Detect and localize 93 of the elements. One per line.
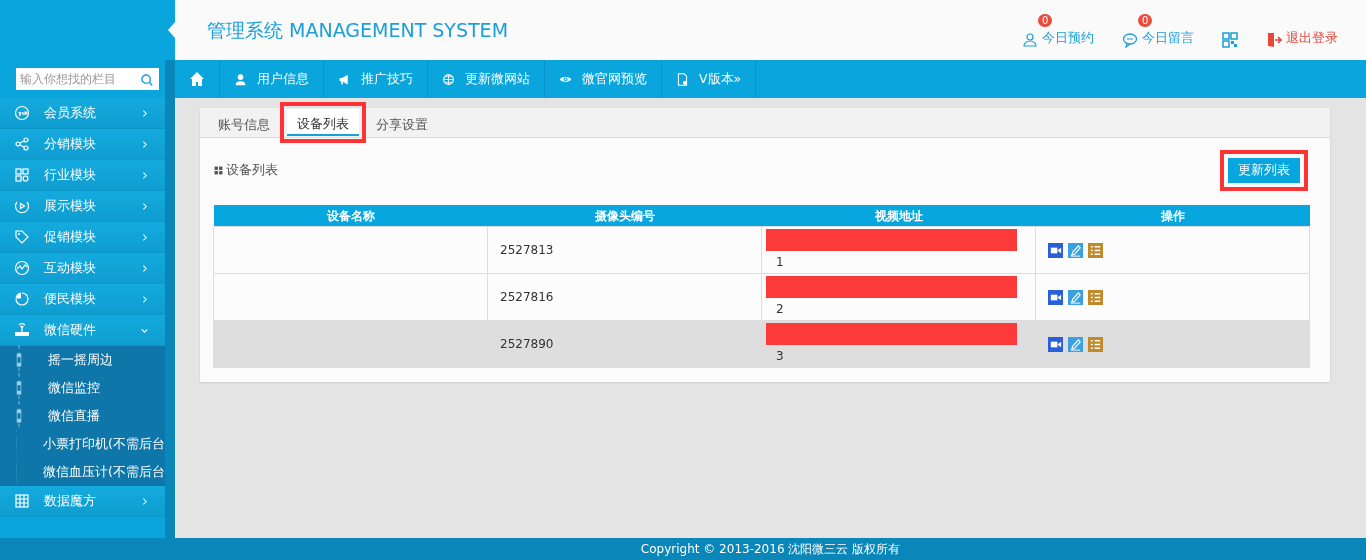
video-url-text: 3 xyxy=(775,348,785,366)
sidebar-item[interactable]: 促销模块 xyxy=(0,222,165,253)
megaphone-icon xyxy=(338,72,351,86)
video-url-text: 1 xyxy=(775,254,785,272)
tab[interactable]: 账号信息 xyxy=(210,108,278,137)
column-header: 操作 xyxy=(1035,204,1310,227)
share-icon xyxy=(14,136,30,152)
submenu-label: 微信直播 xyxy=(48,406,100,425)
pencil-icon[interactable] xyxy=(1068,336,1083,352)
pulse-circle-icon xyxy=(14,260,30,276)
sidebar-label: 便民模块 xyxy=(44,289,97,308)
sidebar-label: 微信硬件 xyxy=(44,320,97,339)
home-icon xyxy=(189,71,205,87)
chevron-right-icon xyxy=(140,263,149,273)
table-icon xyxy=(14,493,30,509)
nav-link[interactable]: 推广技巧 xyxy=(324,60,428,98)
chevron-right-icon xyxy=(140,139,149,149)
list-icon[interactable] xyxy=(1088,242,1103,258)
tab[interactable]: 设备列表 xyxy=(287,109,359,136)
chevron-right-icon xyxy=(140,294,149,304)
submenu-item[interactable]: 小票打印机(不需后台 xyxy=(0,430,165,458)
sidebar-label: 行业模块 xyxy=(44,165,97,184)
qr-code-icon xyxy=(1222,32,1238,48)
search-icon[interactable] xyxy=(140,72,154,87)
sidebar-item[interactable]: 数据魔方 xyxy=(0,486,165,517)
sidebar-item[interactable]: 展示模块 xyxy=(0,191,165,222)
video-url-text: 2 xyxy=(775,301,785,319)
chevron-right-icon xyxy=(140,108,149,118)
table-cell: 2527816 xyxy=(487,273,762,321)
grid-icon xyxy=(14,167,30,183)
list-icon[interactable] xyxy=(1088,336,1103,352)
copyright-text: Copyright © 2013-2016 沈阳微三云 版权所有 xyxy=(640,542,901,556)
header-link[interactable]: 退出登录 xyxy=(1266,0,1338,60)
sidebar-label: 互动模块 xyxy=(44,258,97,277)
document-icon xyxy=(676,72,689,86)
sidebar-label: 促销模块 xyxy=(44,227,97,246)
speech-bubble-icon xyxy=(1122,32,1138,48)
video-camera-icon[interactable] xyxy=(1048,289,1063,305)
header-link[interactable]: 今日预约 0 xyxy=(1022,0,1094,60)
tag-icon xyxy=(14,229,30,245)
nav-link[interactable]: V版本» xyxy=(662,60,757,98)
table-cell: 2527813 xyxy=(487,226,762,274)
sidebar-item[interactable]: 分销模块 xyxy=(0,129,165,160)
grid-icon xyxy=(214,165,223,175)
submenu-label: 小票打印机(不需后台 xyxy=(43,434,165,453)
pencil-icon[interactable] xyxy=(1068,242,1083,258)
submenu-label: 摇一摇周边 xyxy=(48,350,113,369)
sidebar-item[interactable]: 微信硬件 xyxy=(0,315,165,346)
user-icon xyxy=(234,72,247,86)
person-icon xyxy=(1022,32,1038,48)
tab[interactable]: 分享设置 xyxy=(368,108,436,137)
sidebar-item[interactable]: 互动模块 xyxy=(0,253,165,284)
vip-circle-icon xyxy=(14,105,30,121)
door-exit-icon xyxy=(1266,32,1282,48)
globe-icon xyxy=(442,72,455,86)
video-camera-icon[interactable] xyxy=(1048,336,1063,352)
table-cell: 2527890 xyxy=(487,320,762,368)
submenu-label: 微信监控 xyxy=(48,378,100,397)
chevron-right-icon xyxy=(140,201,149,211)
link-label: 退出登录 xyxy=(1286,29,1338,48)
collapse-notch[interactable] xyxy=(168,22,175,38)
submenu-item[interactable]: 微信血压计(不需后台 xyxy=(0,458,165,486)
app-title: 管理系统 MANAGEMENT SYSTEM xyxy=(206,17,510,43)
nav-link[interactable]: 更新微网站 xyxy=(428,60,545,98)
sidebar-label: 分销模块 xyxy=(44,134,97,153)
column-header: 摄像头编号 xyxy=(487,204,762,227)
sidebar-label: 会员系统 xyxy=(44,103,97,122)
nav-link[interactable]: 用户信息 xyxy=(220,60,324,98)
link-label: 今日预约 xyxy=(1042,29,1094,48)
sidebar-item[interactable]: 便民模块 xyxy=(0,284,165,315)
update-list-button[interactable]: 更新列表 xyxy=(1228,158,1300,183)
count-badge: 0 xyxy=(1038,14,1053,27)
submenu-label: 微信血压计(不需后台 xyxy=(43,462,165,481)
sidebar-label: 数据魔方 xyxy=(44,491,97,510)
chevron-right-icon xyxy=(140,170,149,180)
sidebar-label: 展示模块 xyxy=(44,196,97,215)
header-link[interactable]: 今日留言 0 xyxy=(1122,0,1194,60)
column-header: 视频地址 xyxy=(761,204,1036,227)
pie-chart-icon xyxy=(14,291,30,307)
chevron-right-icon xyxy=(140,496,149,506)
list-icon[interactable] xyxy=(1088,289,1103,305)
nav-link[interactable]: 微官网预览 xyxy=(545,60,662,98)
sidebar-item[interactable]: 行业模块 xyxy=(0,160,165,191)
chevron-right-icon xyxy=(140,232,149,242)
count-badge: 0 xyxy=(1138,14,1153,27)
column-header: 设备名称 xyxy=(213,204,488,227)
search-field[interactable]: 输入你想找的栏目 xyxy=(16,68,159,90)
link-label: 今日留言 xyxy=(1142,29,1194,48)
panel-title: 设备列表 xyxy=(226,161,278,179)
sidebar-item[interactable]: 会员系统 xyxy=(0,98,165,129)
router-icon xyxy=(14,322,30,338)
pencil-icon[interactable] xyxy=(1068,289,1083,305)
video-camera-icon[interactable] xyxy=(1048,242,1063,258)
